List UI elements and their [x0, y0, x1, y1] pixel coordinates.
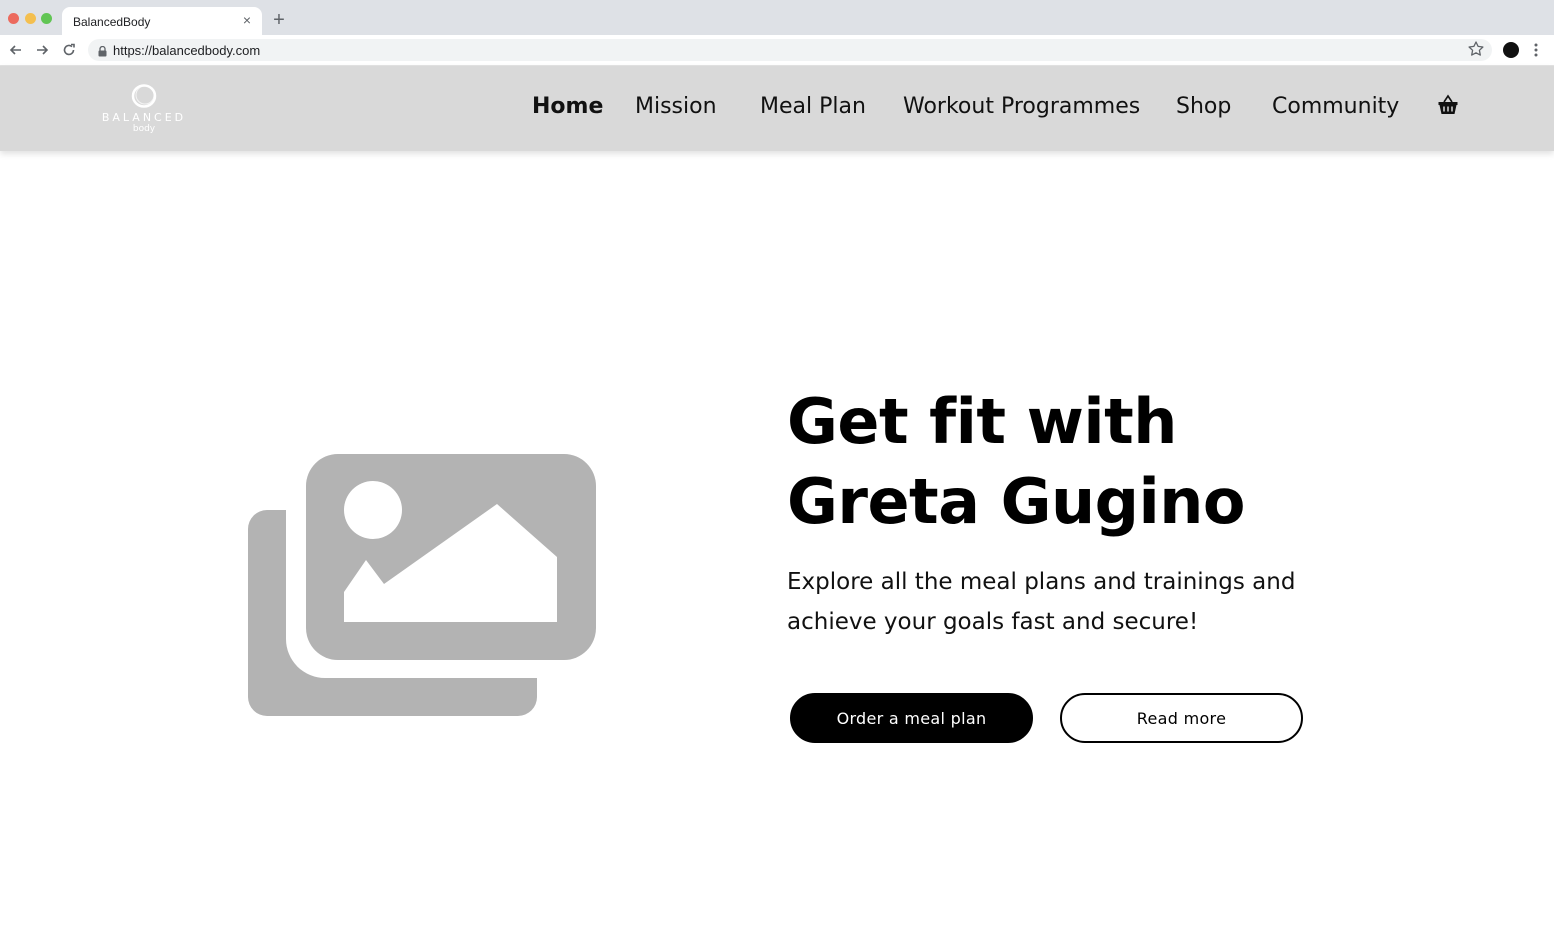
bookmark-star-icon[interactable] — [1467, 40, 1485, 58]
read-more-button[interactable]: Read more — [1060, 693, 1303, 743]
lock-icon — [98, 44, 107, 57]
nav-home[interactable]: Home — [532, 94, 603, 119]
nav-workout-programmes[interactable]: Workout Programmes — [903, 94, 1140, 119]
browser-tab[interactable]: BalancedBody × — [62, 7, 262, 35]
image-placeholder-icon — [248, 454, 596, 716]
site-logo[interactable]: BALANCED body — [96, 82, 192, 140]
hero-title: Get fit with Greta Gugino — [787, 382, 1347, 542]
tab-title: BalancedBody — [73, 15, 151, 29]
reload-icon[interactable] — [60, 41, 78, 59]
site-header: BALANCED body Home Mission Meal Plan Wor… — [0, 66, 1554, 151]
logo-ring-icon — [131, 84, 157, 108]
nav-shop[interactable]: Shop — [1176, 94, 1231, 119]
browser-tabstrip: BalancedBody × + — [0, 0, 1554, 35]
logo-subtext: body — [132, 124, 156, 134]
nav-mission[interactable]: Mission — [635, 94, 717, 119]
nav-community[interactable]: Community — [1272, 94, 1399, 119]
forward-arrow-icon[interactable] — [33, 41, 51, 59]
profile-avatar[interactable] — [1503, 42, 1519, 58]
basket-icon[interactable] — [1437, 94, 1459, 116]
hero-subtitle-line-1: Explore all the meal plans and trainings… — [787, 569, 1296, 595]
hero-title-line-1: Get fit with — [787, 385, 1177, 458]
tab-close-icon[interactable]: × — [240, 13, 254, 27]
browser-toolbar: https://balancedbody.com — [0, 35, 1554, 66]
close-window-button[interactable] — [8, 13, 19, 24]
hero-subtitle-line-2: achieve your goals fast and secure! — [787, 609, 1199, 635]
nav-meal-plan[interactable]: Meal Plan — [760, 94, 866, 119]
address-bar[interactable]: https://balancedbody.com — [88, 39, 1492, 61]
url-text: https://balancedbody.com — [113, 43, 261, 58]
order-meal-plan-button[interactable]: Order a meal plan — [790, 693, 1033, 743]
new-tab-icon[interactable]: + — [270, 10, 288, 30]
minimize-window-button[interactable] — [25, 13, 36, 24]
hero-subtitle: Explore all the meal plans and trainings… — [787, 562, 1327, 642]
logo-wordmark: BALANCED — [101, 111, 187, 124]
hero-title-line-2: Greta Gugino — [787, 465, 1245, 538]
maximize-window-button[interactable] — [41, 13, 52, 24]
browser-menu-icon[interactable] — [1530, 41, 1542, 59]
back-arrow-icon[interactable] — [7, 41, 25, 59]
